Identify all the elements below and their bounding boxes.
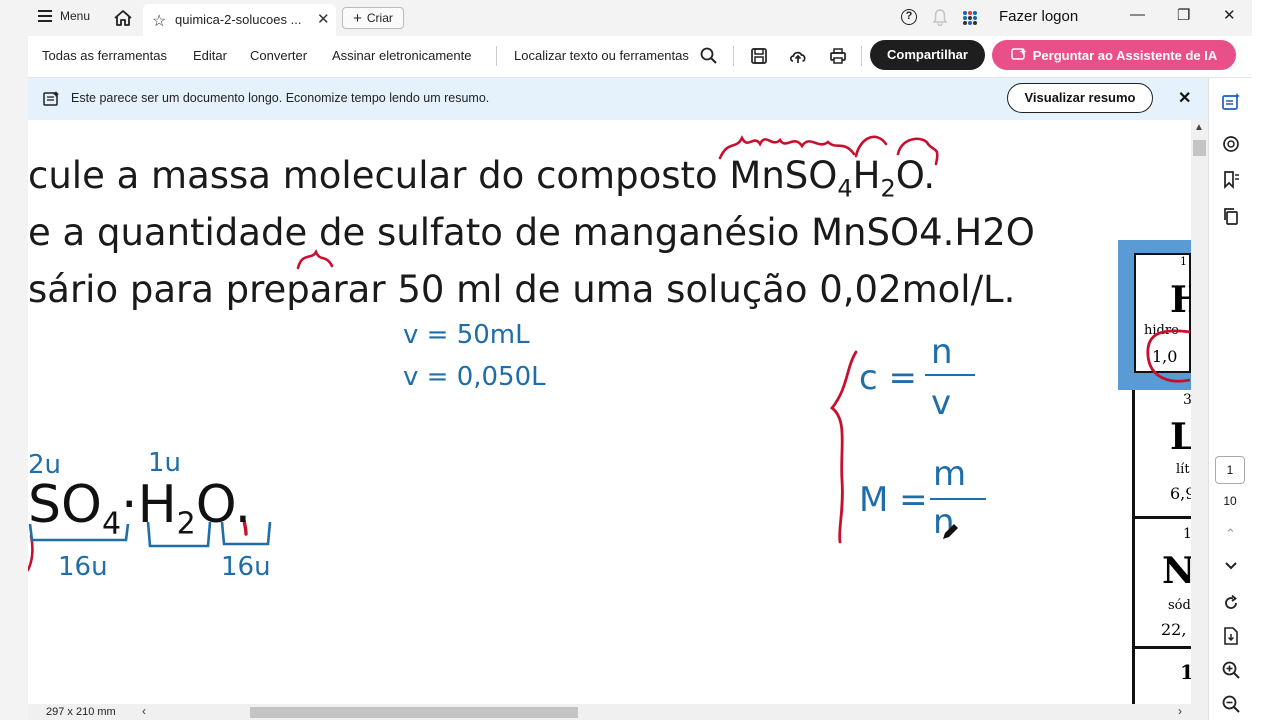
blue-bracket-marks bbox=[28, 521, 272, 548]
menu-label: Menu bbox=[60, 9, 91, 23]
toolbar-divider bbox=[861, 46, 862, 66]
periodic-number: 1 bbox=[1180, 660, 1191, 684]
scroll-left-icon[interactable]: ‹ bbox=[142, 704, 146, 718]
bell-icon[interactable] bbox=[932, 8, 948, 26]
periodic-symbol: L bbox=[1170, 416, 1191, 458]
periodic-divider bbox=[1134, 646, 1191, 649]
window-close-icon[interactable]: ✕ bbox=[1223, 6, 1236, 24]
close-icon[interactable]: ✕ bbox=[317, 10, 330, 28]
periodic-mass: 22, bbox=[1161, 620, 1187, 639]
scrollbar-thumb[interactable] bbox=[250, 707, 578, 718]
toolbar-divider bbox=[733, 46, 734, 66]
convert-button[interactable]: Converter bbox=[250, 48, 307, 63]
banner-close-icon[interactable]: ✕ bbox=[1178, 88, 1191, 108]
plus-icon: + bbox=[353, 9, 362, 27]
create-label: Criar bbox=[366, 11, 393, 25]
find-tools-input[interactable]: Localizar texto ou ferramentas bbox=[514, 48, 689, 63]
periodic-mass: 6,9 bbox=[1170, 484, 1191, 503]
scroll-up-icon[interactable]: ▲ bbox=[1194, 122, 1204, 133]
page-up-icon[interactable]: ⌃ bbox=[1225, 526, 1236, 542]
pdf-page[interactable]: cule a massa molecular do composto MnSO4… bbox=[28, 120, 1191, 704]
total-pages-label: 10 bbox=[1223, 494, 1237, 508]
main-toolbar: Todas as ferramentas Editar Converter As… bbox=[0, 36, 1252, 78]
all-tools-button[interactable]: Todas as ferramentas bbox=[42, 48, 167, 63]
create-button[interactable]: + Criar bbox=[342, 7, 404, 29]
summary-banner: Este parece ser um documento longo. Econ… bbox=[28, 78, 1208, 120]
ai-assistant-label: Perguntar ao Assistente de IA bbox=[1032, 47, 1218, 63]
window-edge bbox=[1252, 0, 1280, 720]
scrollbar-thumb[interactable] bbox=[1193, 140, 1206, 156]
browser-tab-bar: Menu ☆ quimica-2-solucoes ... ✕ + Criar … bbox=[0, 0, 1280, 36]
share-button[interactable]: Compartilhar bbox=[870, 40, 985, 70]
rotate-icon[interactable] bbox=[1221, 593, 1241, 613]
restore-icon[interactable]: ❐ bbox=[1177, 6, 1190, 24]
right-tools-panel: 1 10 ⌃ bbox=[1208, 78, 1252, 720]
document-summary-icon bbox=[43, 91, 59, 106]
ai-summary-icon[interactable] bbox=[1221, 92, 1241, 112]
periodic-name: lít bbox=[1176, 462, 1190, 477]
help-icon[interactable]: ? bbox=[901, 9, 917, 25]
horizontal-scrollbar[interactable]: 297 x 210 mm ‹ › bbox=[28, 704, 1208, 720]
sign-in-link[interactable]: Fazer logon bbox=[999, 8, 1078, 25]
upload-cloud-icon[interactable] bbox=[788, 46, 808, 66]
toolbar-divider bbox=[496, 46, 497, 66]
sign-button[interactable]: Assinar eletronicamente bbox=[332, 48, 471, 63]
tab-title: quimica-2-solucoes ... bbox=[175, 12, 302, 27]
scroll-right-icon[interactable]: › bbox=[1178, 704, 1182, 718]
vertical-scrollbar[interactable]: ▲ bbox=[1191, 120, 1208, 704]
print-icon[interactable] bbox=[828, 46, 848, 66]
file-download-icon[interactable] bbox=[1221, 626, 1241, 646]
banner-message: Este parece ser um documento longo. Econ… bbox=[71, 91, 490, 105]
apps-grid-icon[interactable] bbox=[962, 10, 978, 26]
periodic-number: 1 bbox=[1183, 526, 1191, 542]
periodic-border bbox=[1132, 390, 1135, 704]
periodic-symbol: N bbox=[1162, 550, 1191, 592]
search-icon[interactable] bbox=[699, 46, 719, 66]
home-icon[interactable] bbox=[112, 7, 134, 29]
zoom-out-icon[interactable] bbox=[1221, 694, 1241, 714]
page-down-icon[interactable] bbox=[1221, 556, 1241, 576]
minimize-icon[interactable]: — bbox=[1130, 6, 1145, 23]
view-summary-button[interactable]: Visualizar resumo bbox=[1007, 83, 1153, 113]
comment-icon[interactable] bbox=[1221, 134, 1241, 154]
periodic-divider bbox=[1134, 516, 1191, 519]
edit-button[interactable]: Editar bbox=[193, 48, 227, 63]
left-gutter bbox=[0, 36, 28, 720]
copy-pages-icon[interactable] bbox=[1221, 206, 1241, 226]
ai-sparkle-icon bbox=[1011, 48, 1027, 60]
ai-assistant-button[interactable]: Perguntar ao Assistente de IA bbox=[992, 40, 1236, 70]
star-icon[interactable]: ☆ bbox=[152, 11, 166, 31]
red-circle-mark bbox=[1146, 329, 1191, 383]
periodic-number: 3 bbox=[1183, 392, 1191, 408]
page-size-label: 297 x 210 mm bbox=[46, 706, 116, 718]
zoom-in-icon[interactable] bbox=[1221, 660, 1241, 680]
document-tab[interactable]: ☆ quimica-2-solucoes ... ✕ bbox=[143, 4, 336, 36]
hamburger-icon bbox=[38, 10, 52, 22]
current-page-input[interactable]: 1 bbox=[1215, 456, 1245, 484]
menu-button[interactable]: Menu bbox=[38, 9, 90, 23]
periodic-name: sód bbox=[1168, 598, 1191, 613]
save-icon[interactable] bbox=[749, 46, 769, 66]
bookmark-icon[interactable] bbox=[1221, 170, 1241, 190]
